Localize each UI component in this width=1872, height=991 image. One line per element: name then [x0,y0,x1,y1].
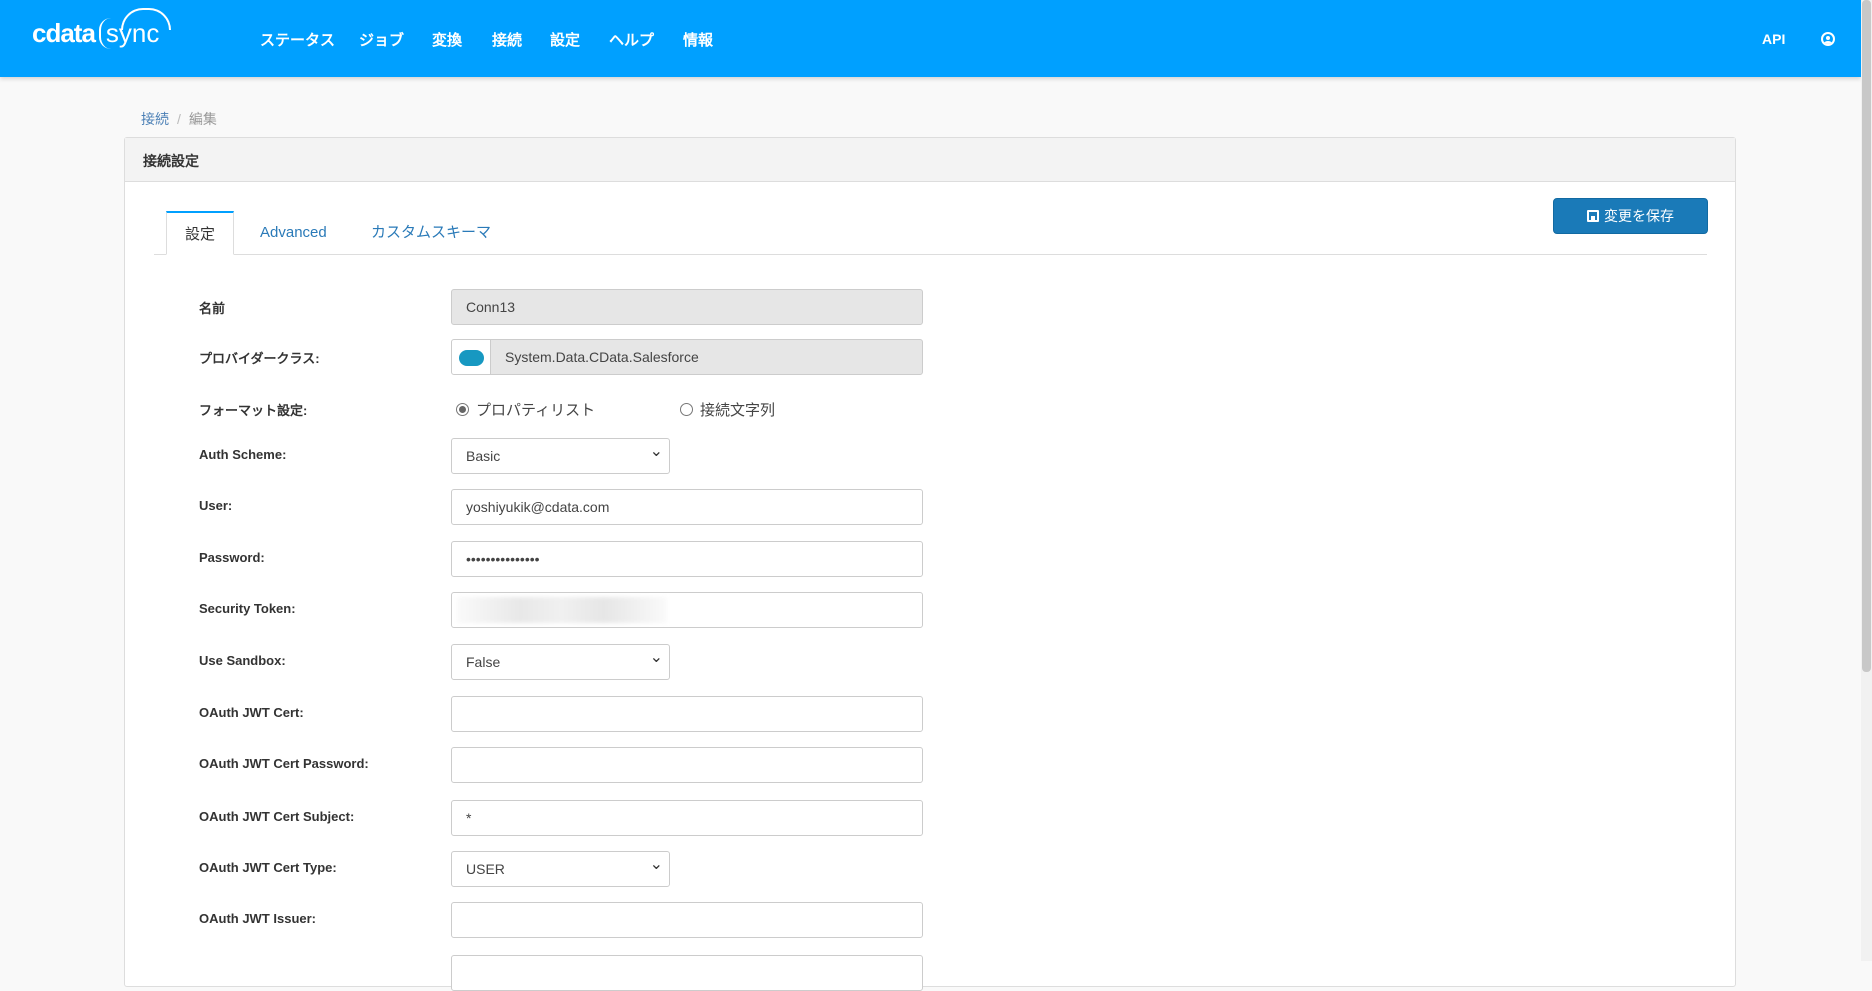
provider-field[interactable]: System.Data.CData.Salesforce [490,339,923,375]
tab-settings[interactable]: 設定 [166,211,235,255]
auth-scheme-select[interactable]: Basic [451,435,670,474]
format-label: フォーマット設定: [199,403,308,418]
save-icon [1587,210,1599,222]
redacted-value [457,597,667,623]
provider-label: プロバイダークラス: [199,351,320,366]
breadcrumb-current: 編集 [188,111,217,127]
auth-scheme-label: Auth Scheme: [199,447,287,462]
name-label: 名前 [199,301,226,316]
user-field[interactable]: yoshiyukik@cdata.com [451,489,923,525]
radio-unchecked-icon [680,403,693,416]
radio-connection-string[interactable]: 接続文字列 [680,399,775,420]
save-changes-button[interactable]: 変更を保存 [1553,198,1708,234]
nav-settings[interactable]: 設定 [550,29,580,50]
radio-property-list[interactable]: プロパティリスト [456,399,595,420]
card-title: 接続設定 [125,138,1735,182]
next-field[interactable] [451,955,923,991]
jwt-issuer-field[interactable] [451,902,923,938]
cloud-icon [120,8,171,30]
security-token-field[interactable] [451,592,923,628]
password-field[interactable]: ••••••••••••••• [451,541,923,577]
radio-checked-icon [456,403,469,416]
nav-info[interactable]: 情報 [683,29,713,50]
scrollbar-thumb[interactable] [1862,0,1871,672]
name-field[interactable]: Conn13 [451,289,923,325]
jwt-cert-type-select[interactable]: USER [451,848,670,887]
jwt-cert-subject-label: OAuth JWT Cert Subject: [199,809,355,824]
jwt-issuer-label: OAuth JWT Issuer: [199,911,317,926]
user-account-icon[interactable] [1821,32,1835,46]
tab-custom-schema[interactable]: カスタムスキーマ [353,211,509,255]
user-label: User: [199,498,233,513]
tab-advanced[interactable]: Advanced [242,211,345,255]
jwt-cert-type-label: OAuth JWT Cert Type: [199,860,337,875]
use-sandbox-select[interactable]: False [451,641,670,680]
nav-transform[interactable]: 変換 [432,29,462,50]
nav-help[interactable]: ヘルプ [609,29,654,50]
nav-api[interactable]: API [1762,31,1785,47]
top-nav-bar: cdata sync ステータス ジョブ 変換 接続 設定 ヘルプ 情報 API [0,0,1861,77]
security-token-label: Security Token: [199,601,296,616]
breadcrumb-connections[interactable]: 接続 [141,111,169,127]
jwt-cert-label: OAuth JWT Cert: [199,705,304,720]
jwt-cert-password-field[interactable] [451,747,923,783]
jwt-cert-field[interactable] [451,696,923,732]
breadcrumb: 接続 / 編集 [141,111,217,127]
connection-settings-card: 接続設定 設定 Advanced カスタムスキーマ 変更を保存 名前 Conn1… [124,137,1736,991]
nav-jobs[interactable]: ジョブ [359,29,404,50]
cdata-sync-logo[interactable]: cdata sync [32,8,171,49]
password-label: Password: [199,550,265,565]
scrollbar[interactable] [1861,0,1872,961]
use-sandbox-label: Use Sandbox: [199,653,286,668]
nav-status[interactable]: ステータス [260,29,335,50]
salesforce-icon [451,339,491,375]
jwt-cert-password-label: OAuth JWT Cert Password: [199,756,369,771]
nav-connections[interactable]: 接続 [492,29,522,50]
jwt-cert-subject-field[interactable]: * [451,800,923,836]
